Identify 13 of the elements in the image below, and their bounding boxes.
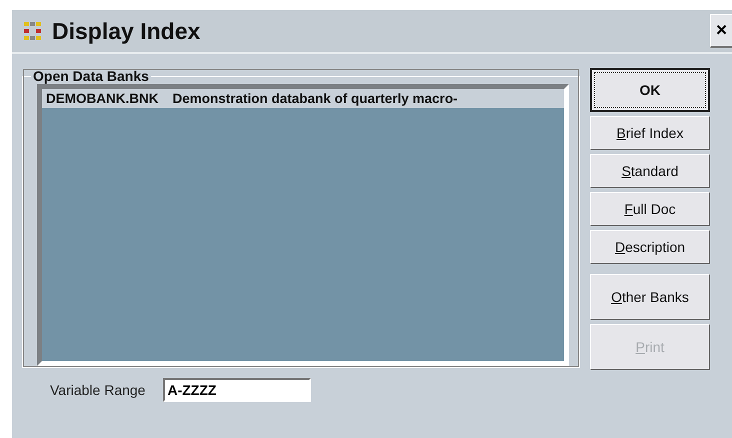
dialog-button[interactable]: Brief Index [590,116,710,150]
dialog-button[interactable]: Other Banks [590,274,710,320]
dialog-button[interactable]: Full Doc [590,192,710,226]
group-label: Open Data Banks [32,68,150,84]
dialog-button[interactable]: Description [590,230,710,264]
dialog-button[interactable]: OK [590,68,710,112]
field-label: Variable Range [50,382,146,398]
variable-range-field[interactable]: A-ZZZZ [163,378,312,402]
app-icon [24,22,44,40]
window-title: Display Index [52,18,202,44]
close-button[interactable]: × [710,14,732,48]
dialog-button[interactable]: Standard [590,154,710,188]
bank-row[interactable]: DEMOBANK.BNK Demonstration databank of quarterly macro- [42,89,564,108]
